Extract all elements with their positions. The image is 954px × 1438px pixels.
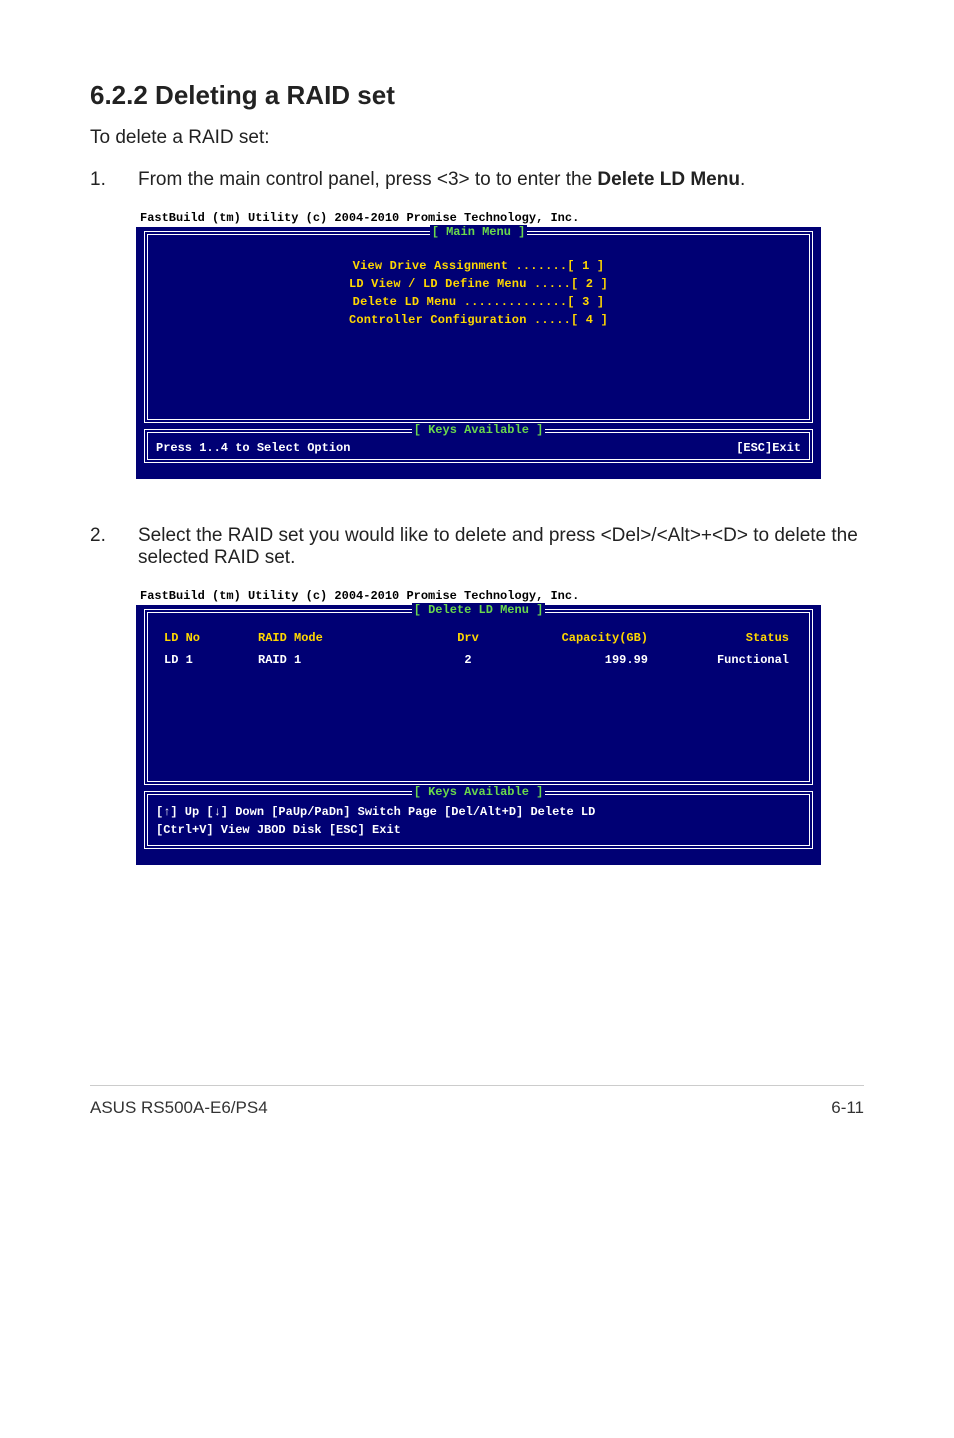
footer-left: Press 1..4 to Select Option xyxy=(156,441,350,455)
step-number: 2. xyxy=(90,525,138,569)
keys-available-title: [ Keys Available ] xyxy=(148,423,809,437)
cell-raidmode: RAID 1 xyxy=(258,653,408,667)
footer-page-number: 6-11 xyxy=(831,1098,864,1118)
cell-drv: 2 xyxy=(408,653,528,667)
delete-ld-title: [ Delete LD Menu ] xyxy=(148,603,809,617)
step-number: 1. xyxy=(90,169,138,191)
main-menu-title-text: [ Main Menu ] xyxy=(430,225,528,239)
keys-available-title-2-text: [ Keys Available ] xyxy=(412,785,546,799)
section-heading: 6.2.2 Deleting a RAID set xyxy=(90,80,864,111)
cell-ldno: LD 1 xyxy=(158,653,258,667)
col-status: Status xyxy=(688,631,799,645)
col-capacity: Capacity(GB) xyxy=(528,631,688,645)
intro-text: To delete a RAID set: xyxy=(90,127,864,149)
col-drv: Drv xyxy=(408,631,528,645)
main-menu-frame: [ Main Menu ] View Drive Assignment ....… xyxy=(144,231,813,423)
main-menu-title: [ Main Menu ] xyxy=(148,225,809,239)
terminal-header: FastBuild (tm) Utility (c) 2004-2010 Pro… xyxy=(136,211,821,225)
cell-capacity: 199.99 xyxy=(528,653,688,667)
terminal-screenshot-1: FastBuild (tm) Utility (c) 2004-2010 Pro… xyxy=(136,211,821,479)
step-text: From the main control panel, press <3> t… xyxy=(138,169,864,191)
menu-option-2[interactable]: LD View / LD Define Menu .....[ 2 ] xyxy=(148,275,809,293)
menu-option-1[interactable]: View Drive Assignment .......[ 1 ] xyxy=(148,257,809,275)
step-text: Select the RAID set you would like to de… xyxy=(138,525,864,569)
keys-available-frame: [ Keys Available ] Press 1..4 to Select … xyxy=(144,429,813,463)
delete-ld-frame: [ Delete LD Menu ] LD No RAID Mode Drv C… xyxy=(144,609,813,785)
step1-bold: Delete LD Menu xyxy=(597,169,740,190)
menu-option-3[interactable]: Delete LD Menu ..............[ 3 ] xyxy=(148,293,809,311)
footer-model: ASUS RS500A-E6/PS4 xyxy=(90,1098,268,1118)
table-row[interactable]: LD 1 RAID 1 2 199.99 Functional xyxy=(158,649,799,671)
col-ldno: LD No xyxy=(158,631,258,645)
page-footer: ASUS RS500A-E6/PS4 6-11 xyxy=(90,1085,864,1118)
keys-available-title-text: [ Keys Available ] xyxy=(412,423,546,437)
keys-line-2: [Ctrl+V] View JBOD Disk [ESC] Exit xyxy=(156,821,801,839)
keys-line-1: [↑] Up [↓] Down [PaUp/PaDn] Switch Page … xyxy=(156,803,801,821)
menu-option-4[interactable]: Controller Configuration .....[ 4 ] xyxy=(148,311,809,329)
col-raidmode: RAID Mode xyxy=(258,631,408,645)
footer-right: [ESC]Exit xyxy=(736,441,801,455)
terminal-header: FastBuild (tm) Utility (c) 2004-2010 Pro… xyxy=(136,589,821,603)
step1-part-c: . xyxy=(740,169,745,190)
keys-available-title-2: [ Keys Available ] xyxy=(148,785,809,799)
main-menu-options: View Drive Assignment .......[ 1 ] LD Vi… xyxy=(148,239,809,419)
step1-part-a: From the main control panel, press <3> t… xyxy=(138,169,597,190)
terminal-screenshot-2: FastBuild (tm) Utility (c) 2004-2010 Pro… xyxy=(136,589,821,865)
keys-available-frame-2: [ Keys Available ] [↑] Up [↓] Down [PaUp… xyxy=(144,791,813,849)
cell-status: Functional xyxy=(688,653,799,667)
table-header-row: LD No RAID Mode Drv Capacity(GB) Status xyxy=(158,627,799,649)
delete-ld-title-text: [ Delete LD Menu ] xyxy=(412,603,546,617)
